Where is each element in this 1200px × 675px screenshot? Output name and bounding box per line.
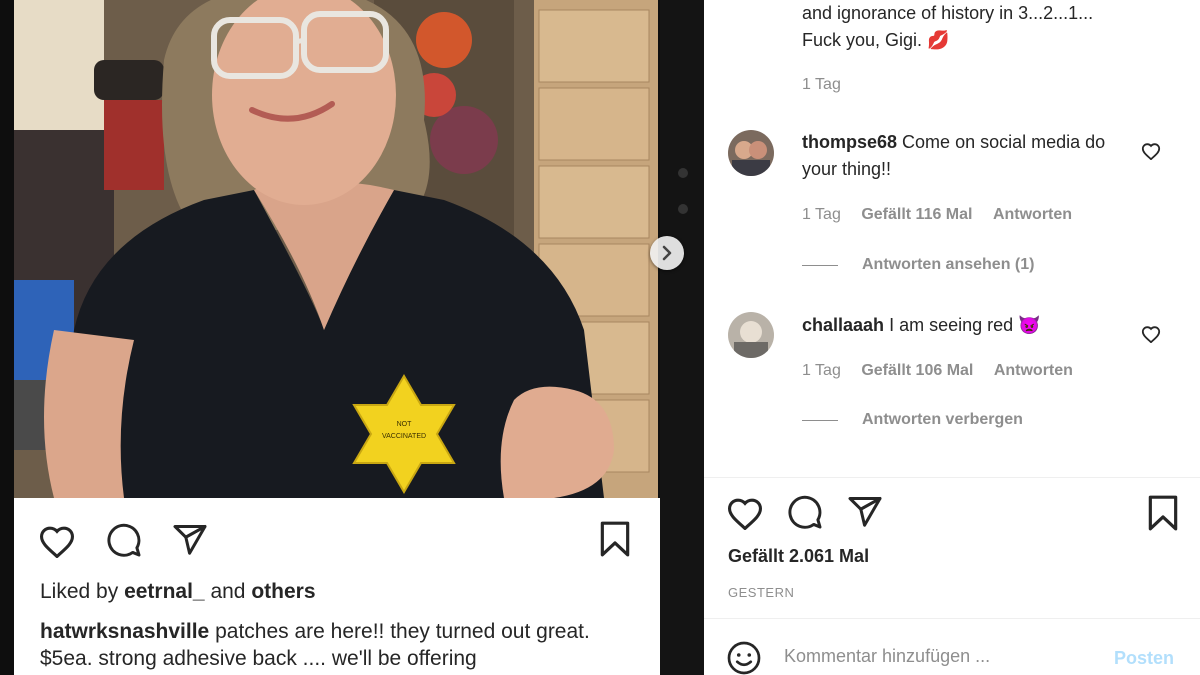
chevron-right-icon xyxy=(662,245,672,261)
bookmark-icon[interactable] xyxy=(1146,494,1180,532)
reply-divider-line xyxy=(802,420,838,421)
section-divider xyxy=(704,477,1200,478)
post-photo[interactable]: NOT VACCINATED xyxy=(14,0,658,498)
hide-replies-toggle[interactable]: Antworten verbergen xyxy=(862,411,1023,429)
photo-illustration: NOT VACCINATED xyxy=(14,0,658,498)
caption-username-link[interactable]: hatwrksnashville xyxy=(40,620,209,643)
comment-meta: 1 Tag Gefällt 116 Mal Antworten xyxy=(802,206,1088,224)
avatar[interactable] xyxy=(728,312,774,358)
patch-line-1: NOT xyxy=(397,421,413,428)
heart-icon[interactable] xyxy=(726,496,764,530)
comment-body: I am seeing red xyxy=(889,315,1014,335)
top-comment-line-2: Fuck you, Gigi. 💋 xyxy=(802,27,1182,54)
likes-count[interactable]: Gefällt 2.061 Mal xyxy=(728,546,869,567)
comment-icon[interactable] xyxy=(106,522,142,558)
top-comment-line-2-text: Fuck you, Gigi. xyxy=(802,30,923,50)
liked-by-others-link[interactable]: others xyxy=(251,580,315,603)
liked-by-line: Liked by eetrnal_ and others xyxy=(40,580,316,604)
carousel-next-button[interactable] xyxy=(650,236,684,270)
comment-username-link[interactable]: thompse68 xyxy=(802,132,897,152)
strip-dot xyxy=(678,204,688,214)
reply-button[interactable]: Antworten xyxy=(994,362,1073,379)
reply-divider-line xyxy=(802,265,838,266)
comment-input[interactable] xyxy=(784,646,1084,667)
comment-time[interactable]: 1 Tag xyxy=(802,362,841,379)
reply-button[interactable]: Antworten xyxy=(993,206,1072,223)
left-post-card: NOT VACCINATED Liked by eetrnal_ and oth… xyxy=(0,0,660,675)
top-comment-line-1: and ignorance of history in 3...2...1... xyxy=(802,3,1094,23)
lips-emoji: 💋 xyxy=(927,30,950,50)
patch-line-2: VACCINATED xyxy=(382,433,426,440)
liked-by-prefix: Liked by xyxy=(40,580,119,603)
comment-text: challaaah I am seeing red 👿 xyxy=(802,312,1142,339)
top-comment-text: and ignorance of history in 3...2...1...… xyxy=(802,0,1182,54)
bookmark-icon[interactable] xyxy=(598,520,632,558)
heart-icon[interactable] xyxy=(38,524,76,558)
comment-like-heart-icon[interactable] xyxy=(1141,325,1161,348)
left-post-actions-panel: Liked by eetrnal_ and others hatwrksnash… xyxy=(14,498,660,675)
strip-dot xyxy=(678,168,688,178)
comment-icon[interactable] xyxy=(787,494,823,530)
liked-by-and: and xyxy=(210,580,246,603)
comment-username-link[interactable]: challaaah xyxy=(802,315,884,335)
avatar[interactable] xyxy=(728,130,774,176)
share-icon[interactable] xyxy=(172,522,208,558)
top-comment-time[interactable]: 1 Tag xyxy=(802,76,841,93)
comment-likes-count[interactable]: Gefällt 106 Mal xyxy=(861,362,973,379)
comment-time[interactable]: 1 Tag xyxy=(802,206,841,223)
top-comment-meta: 1 Tag xyxy=(802,76,857,94)
background-strip xyxy=(660,0,704,675)
post-date: GESTERN xyxy=(728,585,795,600)
share-icon[interactable] xyxy=(847,494,883,530)
section-divider xyxy=(704,618,1200,619)
comment-like-heart-icon[interactable] xyxy=(1141,142,1161,165)
post-comment-button[interactable]: Posten xyxy=(1114,648,1174,669)
post-caption: hatwrksnashville patches are here!! they… xyxy=(40,618,640,672)
comment-meta: 1 Tag Gefällt 106 Mal Antworten xyxy=(802,362,1089,380)
comment-text: thompse68 Come on social media do your t… xyxy=(802,129,1142,183)
devil-emoji: 👿 xyxy=(1018,315,1041,335)
view-replies-toggle[interactable]: Antworten ansehen (1) xyxy=(862,256,1034,274)
liked-by-user-link[interactable]: eetrnal_ xyxy=(124,580,205,603)
smiley-icon[interactable] xyxy=(726,640,762,675)
comment-pane: and ignorance of history in 3...2...1...… xyxy=(704,0,1200,675)
comment-likes-count[interactable]: Gefällt 116 Mal xyxy=(861,206,972,223)
